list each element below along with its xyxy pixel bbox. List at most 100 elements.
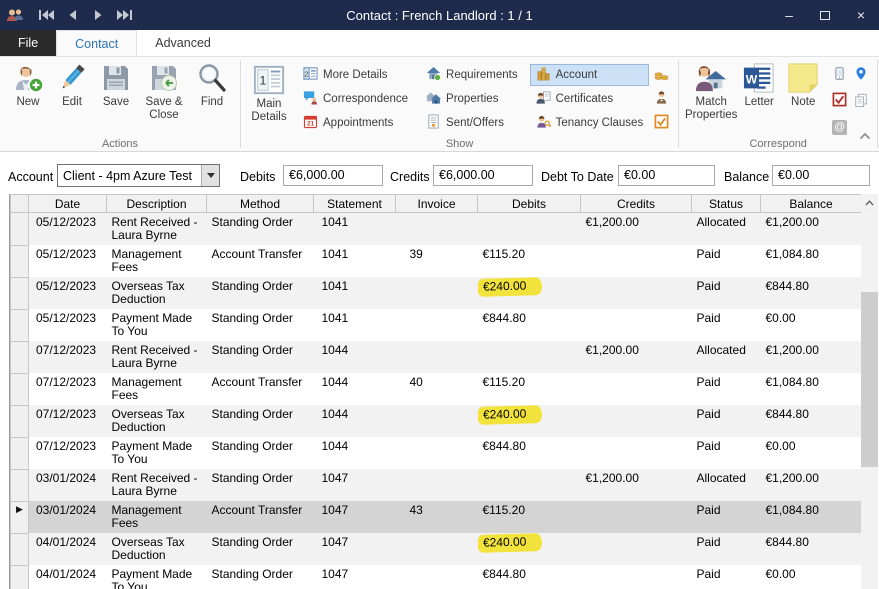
letter-button[interactable]: W Letter bbox=[737, 60, 781, 109]
table-row[interactable]: 05/12/2023 Overseas Tax Deduction Standi… bbox=[11, 277, 862, 309]
cell-date[interactable]: 05/12/2023 bbox=[29, 309, 107, 341]
task-checkbox-button[interactable] bbox=[829, 90, 850, 112]
row-selector[interactable] bbox=[11, 565, 29, 589]
clauses-checkbox-button[interactable] bbox=[651, 112, 672, 134]
cell-balance[interactable]: €844.80 bbox=[761, 533, 862, 565]
balance-total-field[interactable]: €0.00 bbox=[772, 165, 870, 186]
column-header-description[interactable]: Description bbox=[107, 195, 207, 213]
account-balances-button[interactable] bbox=[651, 64, 672, 86]
row-selector[interactable] bbox=[11, 309, 29, 341]
collapse-ribbon-button[interactable] bbox=[859, 129, 871, 143]
cell-statement[interactable]: 1044 bbox=[314, 341, 396, 373]
cell-statement[interactable]: 1047 bbox=[314, 501, 396, 533]
cell-description[interactable]: Management Fees bbox=[107, 373, 207, 405]
new-button[interactable]: New bbox=[6, 60, 50, 109]
cell-balance[interactable]: €844.80 bbox=[761, 277, 862, 309]
cell-debits[interactable]: €844.80 bbox=[478, 309, 581, 341]
cell-balance[interactable]: €1,084.80 bbox=[761, 373, 862, 405]
cell-balance[interactable]: €1,200.00 bbox=[761, 213, 862, 246]
row-selector[interactable] bbox=[11, 405, 29, 437]
account-button[interactable]: Account bbox=[530, 64, 650, 86]
cell-statement[interactable]: 1041 bbox=[314, 213, 396, 246]
cell-status[interactable]: Paid bbox=[692, 309, 761, 341]
tab-advanced[interactable]: Advanced bbox=[137, 30, 229, 56]
last-record-button[interactable] bbox=[112, 3, 136, 27]
cell-balance[interactable]: €1,200.00 bbox=[761, 469, 862, 501]
cell-status[interactable]: Allocated bbox=[692, 213, 761, 246]
sent-offers-button[interactable]: Sent/Offers bbox=[420, 112, 524, 134]
cell-debits[interactable]: €240.00 bbox=[478, 277, 581, 309]
cell-date[interactable]: 04/01/2024 bbox=[29, 565, 107, 589]
table-row[interactable]: 03/01/2024 Rent Received - Laura Byrne S… bbox=[11, 469, 862, 501]
cell-statement[interactable]: 1041 bbox=[314, 245, 396, 277]
cell-status[interactable]: Paid bbox=[692, 533, 761, 565]
account-select[interactable]: Client - 4pm Azure Test bbox=[57, 164, 220, 187]
cell-date[interactable]: 07/12/2023 bbox=[29, 437, 107, 469]
cell-date[interactable]: 05/12/2023 bbox=[29, 213, 107, 246]
minimize-button[interactable]: – bbox=[771, 0, 807, 30]
column-header-invoice[interactable]: Invoice bbox=[396, 195, 478, 213]
cell-debits[interactable] bbox=[478, 213, 581, 246]
cell-method[interactable]: Account Transfer bbox=[207, 245, 314, 277]
cell-description[interactable]: Overseas Tax Deduction bbox=[107, 533, 207, 565]
cell-invoice[interactable] bbox=[396, 341, 478, 373]
cell-status[interactable]: Paid bbox=[692, 565, 761, 589]
cell-balance[interactable]: €1,084.80 bbox=[761, 245, 862, 277]
agent-button[interactable] bbox=[651, 88, 672, 110]
table-row[interactable]: 07/12/2023 Overseas Tax Deduction Standi… bbox=[11, 405, 862, 437]
cell-debits[interactable]: €115.20 bbox=[478, 373, 581, 405]
cell-method[interactable]: Standing Order bbox=[207, 341, 314, 373]
match-properties-button[interactable]: Match Properties bbox=[685, 60, 737, 122]
cell-debits[interactable]: €115.20 bbox=[478, 245, 581, 277]
requirements-button[interactable]: Requirements bbox=[420, 64, 524, 86]
cell-balance[interactable]: €1,084.80 bbox=[761, 501, 862, 533]
cell-invoice[interactable]: 40 bbox=[396, 373, 478, 405]
column-header-debits[interactable]: Debits bbox=[478, 195, 581, 213]
cell-description[interactable]: Rent Received - Laura Byrne bbox=[107, 469, 207, 501]
cell-balance[interactable]: €0.00 bbox=[761, 565, 862, 589]
table-row[interactable]: 07/12/2023 Rent Received - Laura Byrne S… bbox=[11, 341, 862, 373]
cell-debits[interactable]: €240.00 bbox=[478, 405, 581, 437]
next-record-button[interactable] bbox=[86, 3, 110, 27]
cell-status[interactable]: Paid bbox=[692, 501, 761, 533]
row-selector[interactable] bbox=[11, 437, 29, 469]
row-selector[interactable] bbox=[11, 469, 29, 501]
cell-status[interactable]: Paid bbox=[692, 245, 761, 277]
cell-invoice[interactable] bbox=[396, 277, 478, 309]
cell-debits[interactable]: €844.80 bbox=[478, 437, 581, 469]
table-row[interactable]: 07/12/2023 Management Fees Account Trans… bbox=[11, 373, 862, 405]
column-header-credits[interactable]: Credits bbox=[581, 195, 692, 213]
dropdown-button[interactable] bbox=[201, 165, 219, 186]
cell-statement[interactable]: 1047 bbox=[314, 533, 396, 565]
save-and-close-button[interactable]: Save & Close bbox=[138, 60, 190, 122]
cell-credits[interactable] bbox=[581, 405, 692, 437]
cell-date[interactable]: 07/12/2023 bbox=[29, 405, 107, 437]
cell-method[interactable]: Standing Order bbox=[207, 405, 314, 437]
tenancy-clauses-button[interactable]: Tenancy Clauses bbox=[530, 112, 650, 134]
cell-method[interactable]: Account Transfer bbox=[207, 501, 314, 533]
cell-method[interactable]: Account Transfer bbox=[207, 373, 314, 405]
cell-credits[interactable] bbox=[581, 565, 692, 589]
previous-record-button[interactable] bbox=[60, 3, 84, 27]
cell-description[interactable]: Overseas Tax Deduction bbox=[107, 405, 207, 437]
map-button[interactable] bbox=[850, 64, 871, 86]
cell-description[interactable]: Overseas Tax Deduction bbox=[107, 277, 207, 309]
cell-credits[interactable] bbox=[581, 501, 692, 533]
cell-invoice[interactable]: 43 bbox=[396, 501, 478, 533]
column-header-status[interactable]: Status bbox=[692, 195, 761, 213]
cell-balance[interactable]: €0.00 bbox=[761, 437, 862, 469]
more-details-button[interactable]: 2 More Details bbox=[297, 64, 414, 86]
table-row[interactable]: 05/12/2023 Payment Made To You Standing … bbox=[11, 309, 862, 341]
cell-date[interactable]: 03/01/2024 bbox=[29, 501, 107, 533]
row-selector[interactable] bbox=[11, 341, 29, 373]
column-header-statement[interactable]: Statement bbox=[314, 195, 396, 213]
cell-description[interactable]: Rent Received - Laura Byrne bbox=[107, 341, 207, 373]
table-row[interactable]: 04/01/2024 Overseas Tax Deduction Standi… bbox=[11, 533, 862, 565]
column-header-date[interactable]: Date bbox=[29, 195, 107, 213]
cell-date[interactable]: 05/12/2023 bbox=[29, 245, 107, 277]
edit-button[interactable]: Edit bbox=[50, 60, 94, 109]
note-button[interactable]: Note bbox=[781, 60, 825, 109]
cell-balance[interactable]: €0.00 bbox=[761, 309, 862, 341]
cell-description[interactable]: Rent Received - Laura Byrne bbox=[107, 213, 207, 246]
cell-credits[interactable]: €1,200.00 bbox=[581, 213, 692, 246]
